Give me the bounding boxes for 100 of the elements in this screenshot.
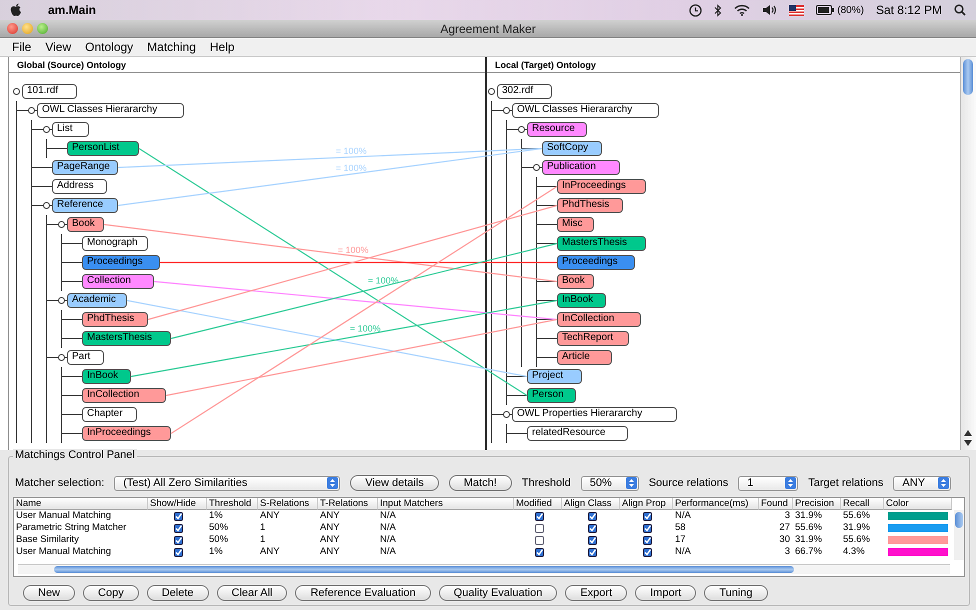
checkbox[interactable] (643, 512, 652, 520)
checkbox[interactable] (174, 548, 183, 556)
column-header[interactable]: Align Prop (620, 498, 673, 510)
checkbox[interactable] (174, 536, 183, 544)
class-node[interactable]: InProceedings (82, 426, 171, 441)
class-node[interactable]: Book (67, 217, 104, 232)
class-node[interactable]: 101.rdf (22, 84, 77, 99)
expand-icon[interactable] (518, 126, 525, 133)
column-header[interactable]: Color (884, 498, 952, 510)
class-node[interactable]: PageRange (52, 160, 118, 175)
menu-item[interactable]: Help (210, 40, 235, 54)
vertical-scrollbar[interactable] (960, 57, 976, 450)
menu-clock[interactable]: Sat 8:12 PM (876, 3, 942, 17)
checkbox[interactable] (588, 524, 596, 532)
action-button[interactable]: Quality Evaluation (438, 585, 558, 601)
checkbox[interactable] (174, 512, 183, 520)
class-node[interactable]: TechReport (557, 331, 629, 346)
search-icon[interactable] (954, 4, 966, 16)
color-swatch[interactable] (888, 536, 948, 544)
dropdown-select[interactable]: 50% (580, 476, 639, 490)
class-node[interactable]: Chapter (82, 407, 137, 422)
class-node[interactable]: PhdThesis (82, 312, 148, 327)
checkbox[interactable] (534, 548, 544, 556)
scrollbar-thumb[interactable] (955, 512, 963, 528)
expand-icon[interactable] (58, 297, 65, 304)
class-node[interactable]: InCollection (82, 388, 166, 403)
expand-icon[interactable] (503, 411, 510, 418)
action-button[interactable]: Reference Evaluation (295, 585, 431, 601)
class-node[interactable]: InProceedings (557, 179, 646, 194)
expand-icon[interactable] (13, 88, 20, 95)
battery-percent[interactable]: (80%) (837, 4, 864, 16)
class-node[interactable]: Address (52, 179, 107, 194)
bluetooth-icon[interactable] (714, 4, 722, 16)
dropdown-select[interactable]: (Test) All Zero Similarities (114, 476, 340, 490)
checkbox[interactable] (534, 536, 544, 544)
checkbox[interactable] (588, 548, 596, 556)
scroll-down-icon[interactable] (963, 440, 973, 446)
column-header[interactable]: Performance(ms) (673, 498, 759, 510)
class-node[interactable]: Monograph (82, 236, 148, 251)
column-header[interactable]: S-Relations (258, 498, 318, 510)
column-header[interactable]: Found (759, 498, 793, 510)
class-node[interactable]: OWL Classes Hierararchy (37, 103, 184, 118)
checkbox[interactable] (588, 512, 596, 520)
expand-icon[interactable] (43, 202, 50, 209)
volume-icon[interactable] (762, 4, 778, 16)
column-header[interactable]: T-Relations (318, 498, 378, 510)
menu-item[interactable]: File (12, 40, 32, 54)
battery-icon[interactable] (816, 5, 834, 15)
action-button[interactable]: New (23, 585, 76, 601)
class-node[interactable]: SoftCopy (542, 141, 602, 156)
action-button[interactable]: Tuning (704, 585, 768, 601)
vertical-scrollbar[interactable] (954, 510, 964, 560)
action-button[interactable]: Clear All (216, 585, 288, 601)
class-node[interactable]: PersonList (67, 141, 139, 156)
class-node[interactable]: InCollection (557, 312, 641, 327)
expand-icon[interactable] (28, 107, 35, 114)
expand-icon[interactable] (503, 107, 510, 114)
checkbox[interactable] (534, 512, 544, 520)
color-swatch[interactable] (888, 548, 948, 556)
class-node[interactable]: Article (557, 350, 612, 365)
class-node[interactable]: PhdThesis (557, 198, 623, 213)
checkbox[interactable] (588, 536, 596, 544)
column-header[interactable]: Recall (841, 498, 884, 510)
app-menu[interactable]: am.Main (48, 3, 96, 17)
wifi-icon[interactable] (734, 4, 750, 16)
horizontal-scrollbar[interactable] (18, 564, 950, 574)
class-node[interactable]: InBook (557, 293, 606, 308)
dropdown-select[interactable]: ANY (893, 476, 952, 490)
class-node[interactable]: Reference (52, 198, 118, 213)
class-node[interactable]: Publication (542, 160, 620, 175)
column-header[interactable]: Threshold (207, 498, 258, 510)
class-node[interactable]: MastersThesis (557, 236, 646, 251)
checkbox[interactable] (643, 524, 652, 532)
menu-item[interactable]: Matching (147, 40, 196, 54)
action-button[interactable]: Export (565, 585, 628, 601)
class-node[interactable]: Proceedings (557, 255, 635, 270)
scrollbar-thumb[interactable] (54, 566, 794, 573)
menu-item[interactable]: View (45, 40, 72, 54)
class-node[interactable]: Academic (67, 293, 127, 308)
scrollbar-thumb[interactable] (963, 59, 973, 95)
checkbox[interactable] (534, 524, 544, 532)
checkbox[interactable] (174, 524, 183, 532)
action-button[interactable]: Delete (146, 585, 208, 601)
class-node[interactable]: Collection (82, 274, 154, 289)
action-button[interactable]: View details (350, 475, 439, 491)
column-header[interactable]: Show/Hide (148, 498, 207, 510)
flag-icon[interactable] (789, 4, 804, 16)
scroll-up-icon[interactable] (963, 430, 973, 436)
column-header[interactable]: Name (14, 498, 148, 510)
expand-icon[interactable] (488, 88, 495, 95)
expand-icon[interactable] (533, 164, 540, 171)
class-node[interactable]: OWL Classes Hierararchy (512, 103, 659, 118)
expand-icon[interactable] (58, 354, 65, 361)
column-header[interactable]: Precision (793, 498, 841, 510)
menu-item[interactable]: Ontology (85, 40, 134, 54)
class-node[interactable]: relatedResource (527, 426, 628, 441)
class-node[interactable]: List (52, 122, 89, 137)
class-node[interactable]: InBook (82, 369, 131, 384)
checkbox[interactable] (643, 548, 652, 556)
class-node[interactable]: Part (67, 350, 104, 365)
